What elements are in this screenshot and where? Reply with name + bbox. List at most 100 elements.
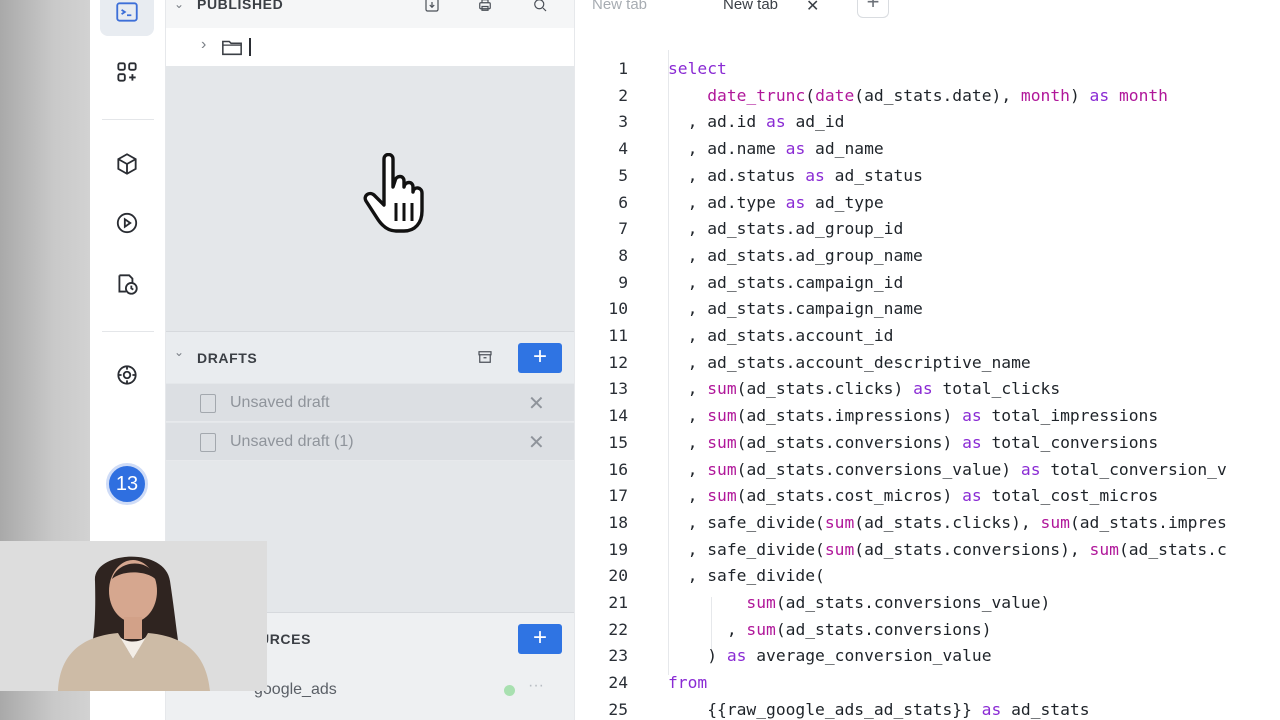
document-icon — [200, 394, 216, 413]
more-icon[interactable]: ··· — [528, 677, 544, 695]
code-token: (ad_stats.c — [1118, 539, 1227, 559]
archive-icon[interactable] — [474, 346, 496, 368]
code-editor[interactable]: 1 select 2 date_trunc(date(ad_stats.date),… — [574, 22, 1280, 720]
code-line[interactable]: 17 , sum(ad_stats.cost_micros) as total_… — [575, 486, 1280, 512]
code-token: , ad_stats.account_id — [668, 326, 894, 345]
code-line[interactable]: 19 , safe_divide(sum(ad_stats.conversion… — [575, 540, 1280, 566]
code-line[interactable]: 22 , sum(ad_stats.conversions) — [575, 620, 1280, 646]
chevron-down-icon[interactable]: ⌄ — [174, 0, 184, 11]
code-line[interactable]: 3 , ad.id as ad_id — [575, 112, 1280, 138]
code-line[interactable]: 2 date_trunc(date(ad_stats.date), month)… — [575, 86, 1280, 112]
keyword-token: as — [726, 646, 747, 666]
code-text: , ad_stats.campaign_id — [668, 272, 904, 292]
tab-new-tab-active[interactable]: New tab — [723, 0, 778, 13]
new-folder-row[interactable]: › — [166, 28, 574, 66]
terminal-icon — [114, 0, 140, 30]
close-tab-icon[interactable]: ✕ — [806, 0, 819, 16]
code-text: , ad.type as ad_type — [668, 193, 884, 212]
code-line[interactable]: 14 , sum(ad_stats.impressions) as total_… — [575, 406, 1280, 432]
code-line[interactable]: 6 , ad.type as ad_type — [575, 193, 1280, 219]
keyword-token: as — [962, 432, 982, 452]
code-line[interactable]: 9 , ad_stats.campaign_id — [575, 273, 1280, 299]
published-header: ⌄ PUBLISHED — [166, 0, 574, 28]
line-number: 22 — [608, 619, 628, 639]
keyword-token: as — [962, 406, 982, 426]
code-line[interactable]: 20 , safe_divide( — [575, 566, 1280, 592]
line-number: 6 — [618, 192, 628, 212]
import-icon[interactable] — [421, 0, 443, 16]
function-token: sum — [824, 512, 855, 532]
code-line[interactable]: 13 , sum(ad_stats.clicks) as total_click… — [575, 379, 1280, 405]
line-number: 19 — [608, 539, 628, 559]
tab-new-tab[interactable]: New tab — [592, 0, 647, 13]
code-line[interactable]: 8 , ad_stats.ad_group_name — [575, 246, 1280, 272]
function-token: date — [815, 85, 855, 105]
code-text: , sum(ad_stats.cost_micros) as total_cos… — [668, 486, 1159, 505]
code-line[interactable]: 10 , ad_stats.campaign_name — [575, 299, 1280, 325]
settings-button[interactable] — [100, 355, 154, 399]
cube-icon — [114, 151, 140, 182]
function-token: sum — [746, 593, 776, 612]
code-line[interactable]: 21 sum(ad_stats.conversions_value) — [575, 593, 1280, 619]
code-token: ad_status — [824, 165, 923, 185]
code-token: , ad.id — [668, 112, 767, 132]
chevron-down-icon[interactable]: ⌄ — [174, 345, 184, 359]
schedule-button[interactable] — [100, 264, 154, 308]
code-text: , ad.name as ad_name — [668, 139, 884, 158]
code-token: , ad_stats.campaign_id — [668, 272, 904, 292]
add-source-button[interactable]: + — [518, 624, 562, 654]
code-line[interactable]: 16 , sum(ad_stats.conversions_value) as … — [575, 460, 1280, 486]
close-icon[interactable]: ✕ — [528, 430, 545, 455]
code-text: , ad_stats.ad_group_name — [668, 246, 923, 265]
code-line[interactable]: 23 ) as average_conversion_value — [575, 646, 1280, 672]
code-token: (ad_stats.conversions) — [736, 432, 963, 452]
code-token: , ad.name — [668, 139, 786, 159]
presenter-video — [0, 541, 267, 691]
code-line[interactable]: 11 , ad_stats.account_id — [575, 326, 1280, 352]
line-number: 5 — [618, 165, 628, 185]
models-button[interactable] — [100, 144, 154, 188]
function-token: sum — [707, 432, 737, 452]
code-line[interactable]: 25 {{raw_google_ads_ad_stats}} as ad_sta… — [575, 700, 1280, 720]
apps-button[interactable] — [100, 52, 154, 96]
code-token: total_conversions — [981, 432, 1159, 452]
code-text: , sum(ad_stats.impressions) as total_imp… — [668, 406, 1159, 426]
line-number: 25 — [608, 699, 628, 719]
drafts-title: DRAFTS — [197, 350, 258, 366]
run-button[interactable] — [100, 203, 154, 247]
tab-bar: New tab New tab ✕ + — [574, 0, 1280, 22]
keyword-token: select — [668, 59, 727, 78]
code-token: (ad_stats.impressions) — [736, 406, 963, 426]
drafts-header: ⌄ DRAFTS + — [166, 331, 574, 383]
keyword-token: as — [1020, 459, 1041, 479]
code-text: , ad_stats.campaign_name — [668, 299, 923, 318]
draft-item[interactable]: Unsaved draft (1) ✕ — [166, 423, 574, 461]
code-line[interactable]: 1 select — [575, 59, 1280, 85]
line-number: 3 — [618, 112, 628, 132]
print-icon[interactable] — [474, 0, 496, 16]
code-token: (ad_stats.date), — [854, 85, 1021, 105]
line-number: 12 — [608, 352, 628, 372]
new-tab-button[interactable]: + — [857, 0, 889, 18]
close-icon[interactable]: ✕ — [528, 391, 545, 416]
keyword-token: as — [785, 192, 806, 212]
notification-badge[interactable]: 13 — [106, 463, 148, 505]
code-line[interactable]: 15 , sum(ad_stats.conversions) as total_… — [575, 433, 1280, 459]
code-line[interactable]: 18 , safe_divide(sum(ad_stats.clicks), s… — [575, 513, 1280, 539]
rail-divider — [102, 119, 154, 120]
add-draft-button[interactable]: + — [518, 343, 562, 373]
code-line[interactable]: 7 , ad_stats.ad_group_id — [575, 219, 1280, 245]
code-line[interactable]: 24 from — [575, 673, 1280, 699]
code-line[interactable]: 5 , ad.status as ad_status — [575, 166, 1280, 192]
search-icon[interactable] — [529, 0, 551, 16]
code-line[interactable]: 12 , ad_stats.account_descriptive_name — [575, 353, 1280, 379]
code-line[interactable]: 4 , ad.name as ad_name — [575, 139, 1280, 165]
terminal-button[interactable] — [100, 0, 154, 36]
draft-item[interactable]: Unsaved draft ✕ — [166, 384, 574, 422]
code-token: (ad_stats.conversions), — [854, 539, 1090, 559]
chevron-right-icon[interactable]: › — [201, 36, 206, 54]
code-token: ad_id — [785, 112, 845, 132]
